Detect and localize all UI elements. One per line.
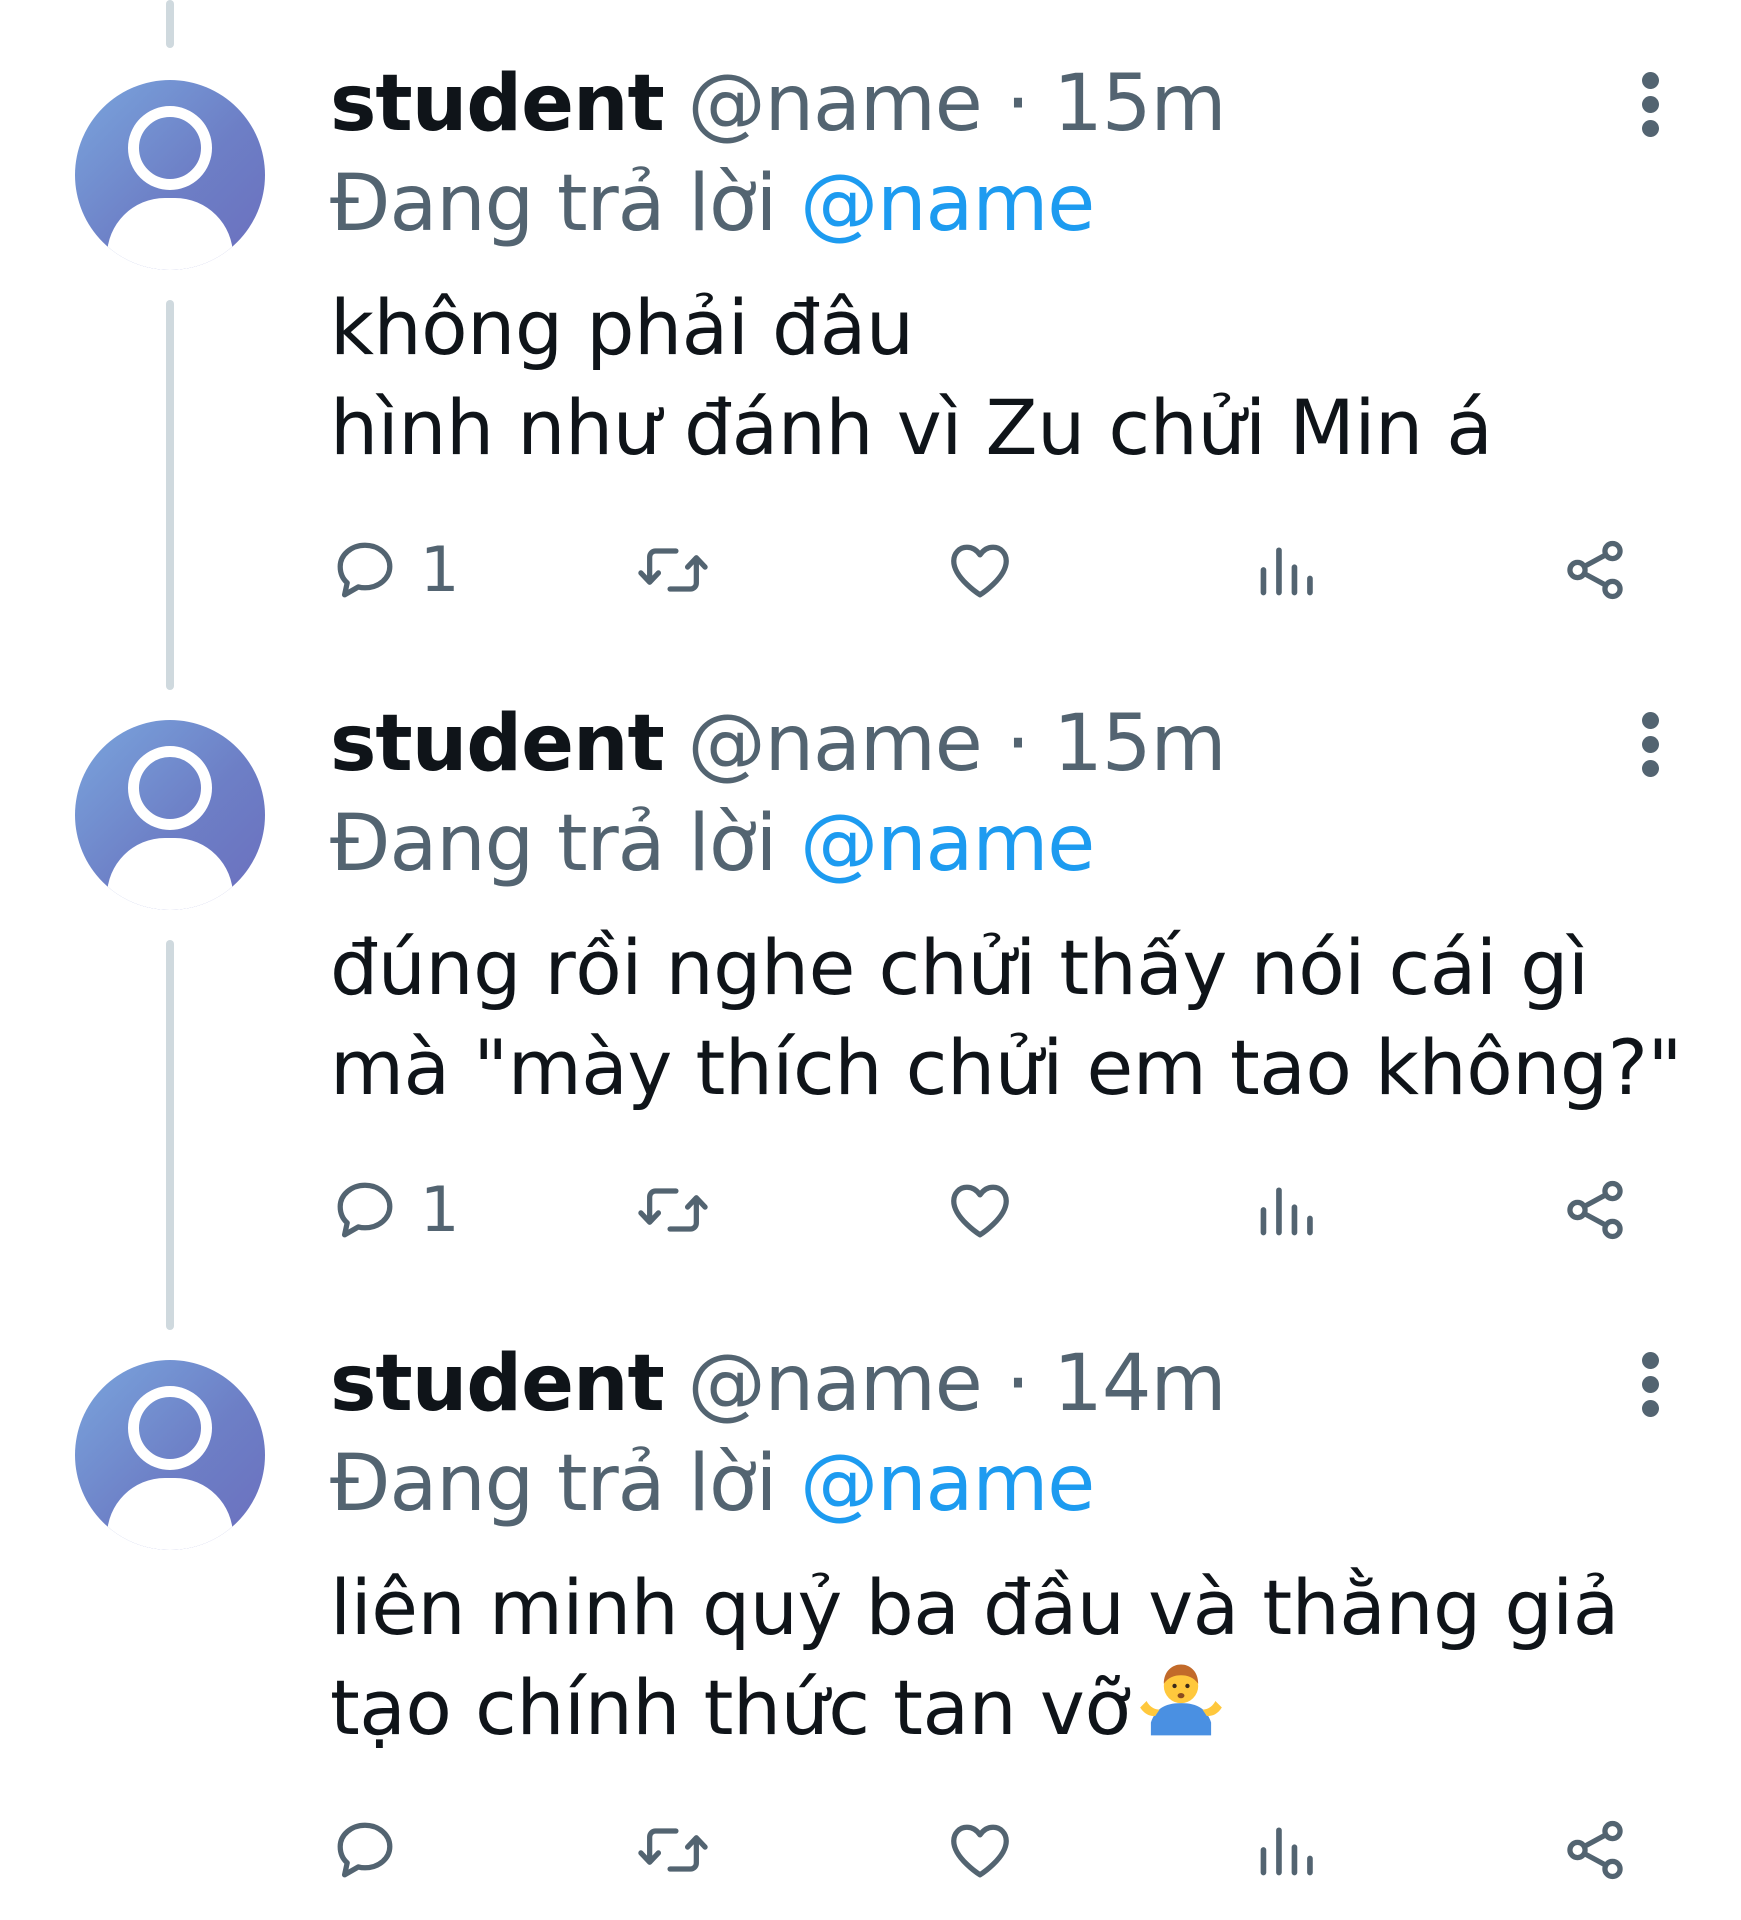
tweet-text-line: tạo chính thức tan vỡ [330,1663,1131,1752]
replying-mention[interactable]: @name [800,1439,1095,1529]
tweet-3[interactable]: student @name · 14m Đang trả lời @name l… [0,1280,1741,1920]
like-icon [951,1184,1009,1238]
tweet-text-line: liên minh quỷ ba đầu và thằng giả [330,1563,1619,1652]
display-name[interactable]: student [330,1339,665,1429]
like-icon [951,1824,1009,1878]
tweet-text-line: hình như đánh vì Zu chửi Min á [330,383,1493,472]
views-button[interactable] [1255,1815,1317,1885]
user-handle[interactable]: @name [688,59,983,149]
tweet-header: student @name · 15m [330,58,1226,150]
tweet-text-line: mà "mày thích chửi em tao không?" [330,1023,1682,1112]
views-icon [1260,547,1313,596]
reply-button[interactable]: 1 [330,535,459,605]
timestamp[interactable]: 15m [1053,59,1226,149]
like-icon [951,544,1009,598]
share-button[interactable] [1560,1815,1630,1885]
replying-label: Đang trả lời [330,159,777,249]
default-avatar-icon[interactable] [75,80,265,270]
replying-label: Đang trả lời [330,1439,777,1529]
user-handle[interactable]: @name [688,1339,983,1429]
retweet-icon [638,1188,708,1232]
reply-count: 1 [420,533,460,606]
share-button[interactable] [1560,535,1630,605]
tweet-header: student @name · 15m [330,698,1226,790]
tweet-text-line: đúng rồi nghe chửi thấy nói cái gì [330,923,1589,1012]
reply-button[interactable]: 1 [330,1175,459,1245]
retweet-icon [638,548,708,592]
reply-icon [337,1182,393,1238]
share-icon [1567,1820,1623,1880]
replying-label: Đang trả lời [330,799,777,889]
share-icon [1567,1180,1623,1240]
tweet-2[interactable]: student @name · 15m Đang trả lời @name đ… [0,640,1741,1280]
timestamp[interactable]: 14m [1053,1339,1226,1429]
tweet-text: đúng rồi nghe chửi thấy nói cái gì mà "m… [330,918,1710,1118]
views-icon [1260,1187,1313,1236]
reply-count: 1 [420,1173,460,1246]
separator: · [1005,59,1031,149]
tweet-1[interactable]: student @name · 15m Đang trả lời @name k… [0,0,1741,640]
reply-button[interactable] [330,1815,420,1885]
replying-to: Đang trả lời @name [330,158,1095,250]
separator: · [1005,699,1031,789]
more-vertical-icon[interactable] [1642,72,1662,138]
reply-icon [337,542,393,598]
views-button[interactable] [1255,1175,1317,1245]
retweet-button[interactable] [635,1175,711,1245]
display-name[interactable]: student [330,59,665,149]
like-button[interactable] [945,1815,1015,1885]
replying-mention[interactable]: @name [800,159,1095,249]
retweet-button[interactable] [635,1815,711,1885]
tweet-text-line-with-emoji: tạo chính thức tan vỡ [330,1658,1710,1758]
replying-to: Đang trả lời @name [330,1438,1095,1530]
tweet-actions [330,1815,1660,1885]
display-name[interactable]: student [330,699,665,789]
retweet-button[interactable] [635,535,711,605]
like-button[interactable] [945,535,1015,605]
tweet-actions: 1 [330,1175,1660,1245]
tweet-actions: 1 [330,535,1660,605]
reply-icon [337,1822,393,1878]
tweet-text: liên minh quỷ ba đầu và thằng giả tạo ch… [330,1558,1710,1758]
default-avatar-icon[interactable] [75,1360,265,1550]
default-avatar-icon[interactable] [75,720,265,910]
share-button[interactable] [1560,1175,1630,1245]
retweet-icon [638,1828,708,1872]
like-button[interactable] [945,1175,1015,1245]
timestamp[interactable]: 15m [1053,699,1226,789]
share-icon [1567,540,1623,600]
replying-mention[interactable]: @name [800,799,1095,889]
tweet-text-line: không phải đâu [330,283,914,372]
more-vertical-icon[interactable] [1642,1352,1662,1418]
views-icon [1260,1827,1313,1876]
tweet-text: không phải đâu hình như đánh vì Zu chửi … [330,278,1710,478]
user-handle[interactable]: @name [688,699,983,789]
more-vertical-icon[interactable] [1642,712,1662,778]
replying-to: Đang trả lời @name [330,798,1095,890]
person-shrugging-emoji [1140,1664,1223,1736]
tweet-header: student @name · 14m [330,1338,1226,1430]
views-button[interactable] [1255,535,1317,605]
separator: · [1005,1339,1031,1429]
